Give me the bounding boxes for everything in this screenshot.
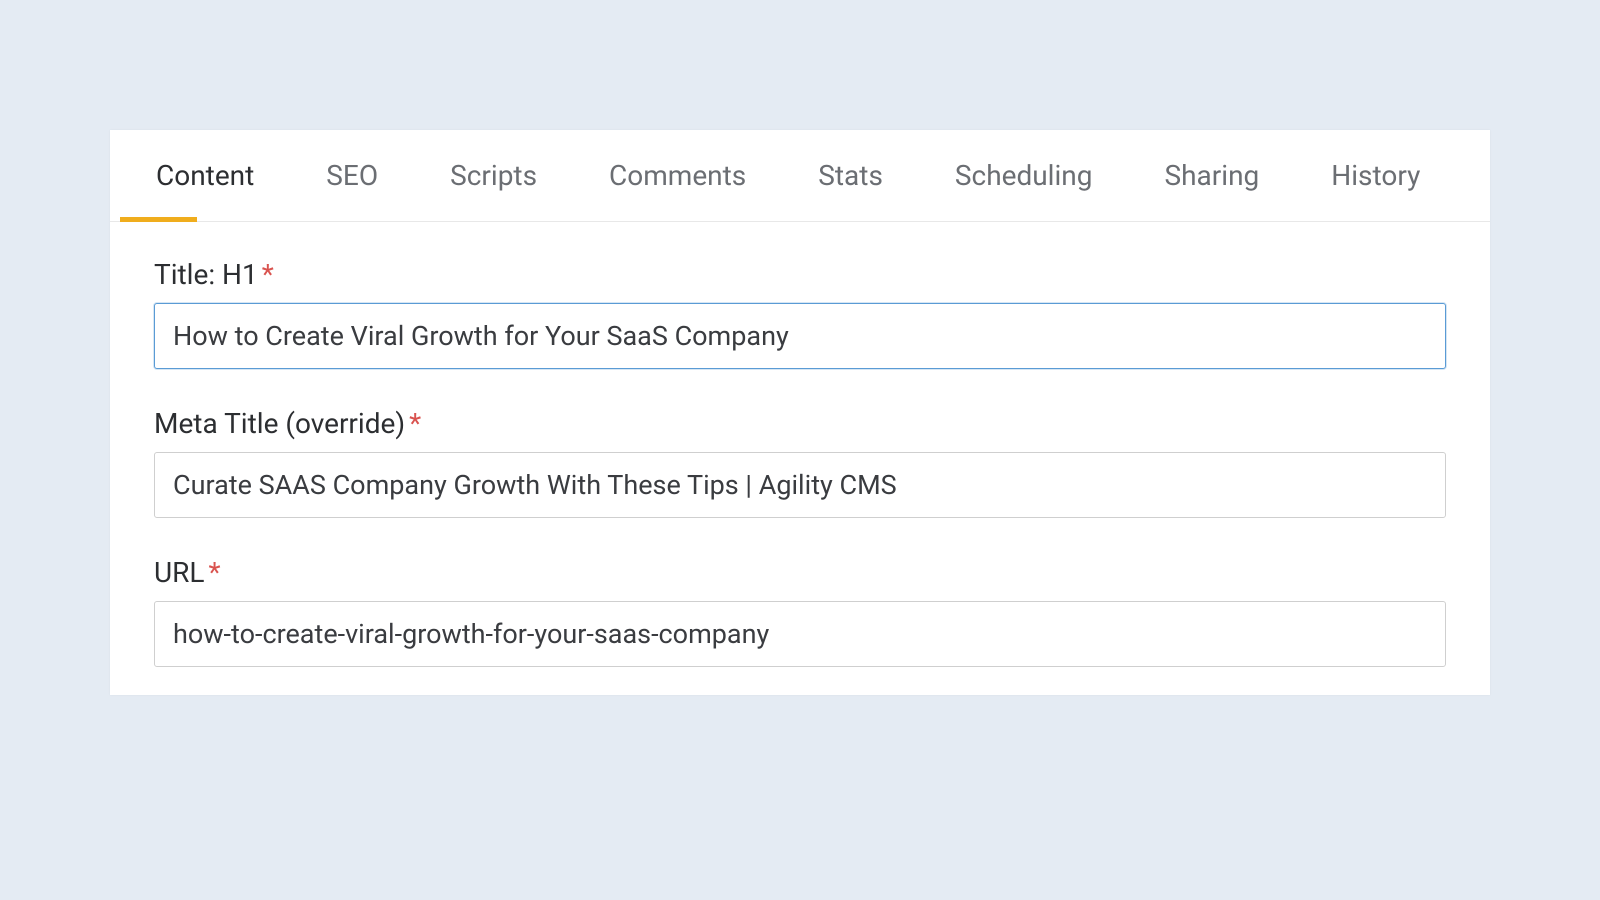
form-area: Title: H1* Meta Title (override)* URL* bbox=[110, 222, 1490, 707]
url-label: URL* bbox=[154, 556, 1446, 589]
required-marker: * bbox=[409, 407, 421, 440]
meta-title-label: Meta Title (override)* bbox=[154, 407, 1446, 440]
title-input[interactable] bbox=[154, 303, 1446, 369]
tab-stats[interactable]: Stats bbox=[782, 130, 919, 221]
content-editor-panel: Content SEO Scripts Comments Stats Sched… bbox=[110, 130, 1490, 695]
meta-title-field-group: Meta Title (override)* bbox=[154, 407, 1446, 518]
tab-seo[interactable]: SEO bbox=[290, 130, 414, 221]
url-field-group: URL* bbox=[154, 556, 1446, 667]
required-marker: * bbox=[209, 556, 221, 589]
meta-title-input[interactable] bbox=[154, 452, 1446, 518]
title-field-group: Title: H1* bbox=[154, 258, 1446, 369]
tab-content[interactable]: Content bbox=[120, 130, 290, 221]
tab-scheduling[interactable]: Scheduling bbox=[919, 130, 1129, 221]
url-label-text: URL bbox=[154, 556, 205, 589]
meta-title-label-text: Meta Title (override) bbox=[154, 407, 405, 440]
title-label: Title: H1* bbox=[154, 258, 1446, 291]
tab-sharing[interactable]: Sharing bbox=[1129, 130, 1296, 221]
title-label-text: Title: H1 bbox=[154, 258, 258, 291]
tab-comments[interactable]: Comments bbox=[573, 130, 782, 221]
url-input[interactable] bbox=[154, 601, 1446, 667]
required-marker: * bbox=[262, 258, 274, 291]
tab-scripts[interactable]: Scripts bbox=[414, 130, 573, 221]
tab-history[interactable]: History bbox=[1295, 130, 1456, 221]
tab-bar: Content SEO Scripts Comments Stats Sched… bbox=[110, 130, 1490, 222]
